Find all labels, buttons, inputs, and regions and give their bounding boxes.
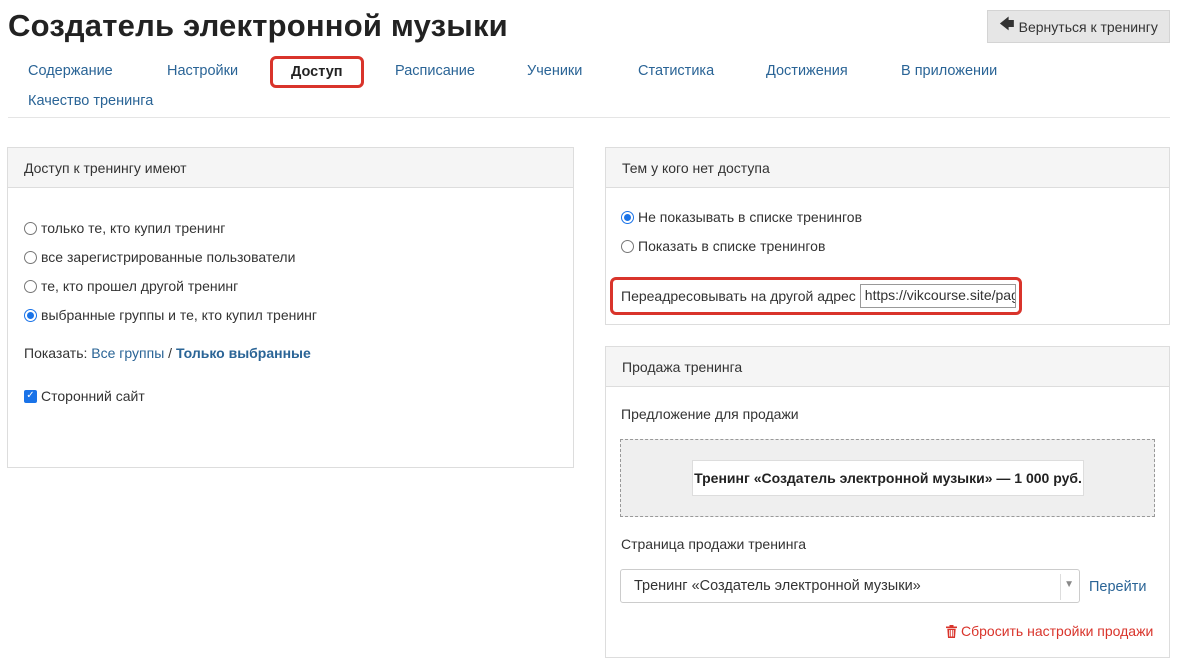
show-all-groups-link[interactable]: Все группы bbox=[91, 345, 164, 361]
tab-training-quality[interactable]: Качество тренинга bbox=[28, 93, 153, 109]
access-option-label: выбранные группы и те, кто купил тренинг bbox=[41, 307, 318, 323]
sale-panel-header: Продажа тренинга bbox=[606, 347, 1169, 387]
access-option-other-training[interactable]: те, кто прошел другой тренинг bbox=[24, 278, 238, 294]
radio-checked-icon[interactable] bbox=[621, 210, 634, 224]
access-option-label: те, кто прошел другой тренинг bbox=[41, 278, 239, 294]
tab-in-app[interactable]: В приложении bbox=[901, 63, 997, 79]
radio-icon[interactable] bbox=[24, 250, 37, 264]
sale-page-select-value: Тренинг «Создатель электронной музыки» bbox=[634, 578, 921, 594]
access-option-purchased[interactable]: только те, кто купил тренинг bbox=[24, 220, 225, 236]
back-button-label: Вернуться к тренингу bbox=[1018, 18, 1158, 35]
go-link[interactable]: Перейти bbox=[1089, 579, 1146, 595]
no-access-option-label: Показать в списке тренингов bbox=[638, 238, 826, 254]
tab-students[interactable]: Ученики bbox=[527, 63, 582, 79]
third-party-site-label: Сторонний сайт bbox=[41, 388, 145, 404]
show-groups-filter: Показать: Все группы / Только выбранные bbox=[24, 345, 311, 361]
tab-access[interactable]: Доступ bbox=[270, 56, 364, 88]
tab-settings[interactable]: Настройки bbox=[167, 63, 238, 79]
redirect-label: Переадресовывать на другой адрес bbox=[621, 288, 856, 304]
redirect-url-input[interactable]: https://vikcourse.site/pag bbox=[859, 284, 1016, 308]
radio-icon[interactable] bbox=[24, 279, 37, 293]
redirect-field-group: Переадресовывать на другой адрес https:/… bbox=[610, 277, 1022, 315]
back-to-training-button[interactable]: 🡄 Вернуться к тренингу bbox=[987, 10, 1170, 43]
show-label: Показать: bbox=[24, 345, 88, 361]
tab-achievements[interactable]: Достижения bbox=[766, 63, 848, 79]
no-access-option-show[interactable]: Показать в списке тренингов bbox=[621, 238, 825, 254]
reset-sale-settings-label: Сбросить настройки продажи bbox=[961, 623, 1154, 639]
sale-page-label: Страница продажи тренинга bbox=[621, 536, 807, 552]
radio-icon[interactable] bbox=[24, 221, 37, 235]
access-option-label: все зарегистрированные пользователи bbox=[41, 249, 296, 265]
offer-label: Предложение для продажи bbox=[621, 406, 799, 422]
no-access-panel-header: Тем у кого нет доступа bbox=[606, 148, 1169, 188]
access-option-selected-groups[interactable]: выбранные группы и те, кто купил тренинг bbox=[24, 307, 317, 323]
access-panel-header: Доступ к тренингу имеют bbox=[8, 148, 573, 188]
arrow-left-icon: 🡄 bbox=[999, 16, 1015, 33]
access-panel: Доступ к тренингу имеют только те, кто к… bbox=[7, 147, 574, 468]
no-access-option-hide[interactable]: Не показывать в списке тренингов bbox=[621, 209, 862, 225]
reset-sale-settings-link[interactable]: Сбросить настройки продажи bbox=[946, 623, 1153, 639]
chevron-down-icon[interactable]: ▼ bbox=[1064, 579, 1074, 590]
access-option-registered[interactable]: все зарегистрированные пользователи bbox=[24, 249, 295, 265]
third-party-site-checkbox[interactable]: ✓ Сторонний сайт bbox=[24, 388, 145, 404]
tab-content[interactable]: Содержание bbox=[28, 63, 113, 79]
tab-statistics[interactable]: Статистика bbox=[638, 63, 714, 79]
show-selected-link[interactable]: Только выбранные bbox=[176, 345, 311, 361]
checkbox-checked-icon[interactable]: ✓ bbox=[24, 389, 37, 403]
access-option-label: только те, кто купил тренинг bbox=[41, 220, 226, 236]
tabs-bar: Содержание Настройки Доступ Расписание У… bbox=[8, 56, 1170, 118]
offer-dropzone[interactable]: Тренинг «Создатель электронной музыки» —… bbox=[620, 439, 1155, 517]
show-separator: / bbox=[168, 345, 173, 361]
trash-icon bbox=[946, 624, 957, 638]
sale-page-select[interactable]: Тренинг «Создатель электронной музыки» ▼ bbox=[620, 569, 1080, 603]
radio-icon[interactable] bbox=[621, 239, 634, 253]
no-access-option-label: Не показывать в списке тренингов bbox=[638, 209, 863, 225]
offer-item-card[interactable]: Тренинг «Создатель электронной музыки» —… bbox=[692, 460, 1084, 496]
radio-checked-icon[interactable] bbox=[24, 308, 37, 322]
tab-schedule[interactable]: Расписание bbox=[395, 63, 475, 79]
page-title: Создатель электронной музыки bbox=[8, 8, 508, 43]
select-divider bbox=[1060, 574, 1061, 600]
